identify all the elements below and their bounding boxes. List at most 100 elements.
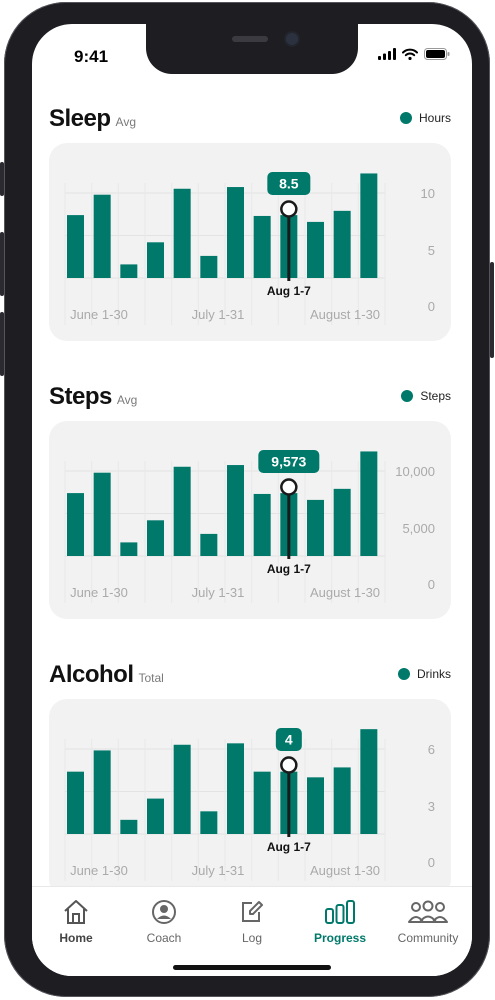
- highlight-marker[interactable]: [280, 756, 298, 774]
- bar[interactable]: [227, 187, 244, 278]
- section-title: Alcohol: [49, 661, 134, 688]
- phone-frame: 9:41 Sleep Avg Hours 8.5 Aug 1-7 10 5 0 …: [0, 2, 494, 997]
- highlight-marker[interactable]: [280, 478, 298, 496]
- sleep-chart[interactable]: 8.5 Aug 1-7 10 5 0 June 1-30 July 1-31 August 1…: [49, 143, 451, 341]
- home-indicator: [173, 965, 331, 970]
- y-tick-label: 5,000: [402, 521, 435, 536]
- x-tick-label: July 1-31: [192, 307, 245, 322]
- mute-switch: [0, 162, 4, 196]
- battery-icon: [424, 48, 450, 60]
- bar[interactable]: [67, 215, 84, 278]
- x-tick-label: June 1-30: [70, 863, 128, 878]
- bar[interactable]: [147, 242, 164, 278]
- tab-progress[interactable]: Progress: [300, 897, 380, 945]
- bar[interactable]: [173, 466, 191, 556]
- bar[interactable]: [173, 744, 191, 834]
- x-tick-label: August 1-30: [310, 863, 380, 878]
- x-tick-label: June 1-30: [70, 307, 128, 322]
- bar[interactable]: [67, 771, 84, 834]
- bar[interactable]: [360, 173, 378, 278]
- signal-icon: [378, 48, 396, 60]
- section-subtitle: Avg: [116, 393, 138, 407]
- bar[interactable]: [120, 264, 138, 278]
- bar[interactable]: [307, 499, 324, 556]
- bar[interactable]: [147, 520, 164, 556]
- speaker: [232, 36, 268, 42]
- highlight-marker[interactable]: [280, 200, 298, 218]
- bar[interactable]: [173, 188, 191, 278]
- tab-log[interactable]: Log: [212, 897, 292, 945]
- bar[interactable]: [333, 210, 351, 278]
- tab-coach[interactable]: Coach: [124, 897, 204, 945]
- alcohol-header: Alcohol Total: [49, 661, 164, 689]
- highlight-label: Aug 1-7: [267, 284, 311, 298]
- bar[interactable]: [67, 493, 84, 556]
- y-tick-label: 0: [428, 577, 435, 592]
- value-bubble-label: 4: [285, 732, 293, 748]
- wifi-icon: [402, 48, 418, 60]
- highlight-label: Aug 1-7: [267, 562, 311, 576]
- section-subtitle: Avg: [115, 115, 136, 129]
- bar[interactable]: [200, 533, 218, 556]
- x-tick-label: June 1-30: [70, 585, 128, 600]
- legend: Hours: [399, 111, 451, 125]
- legend-dot: [401, 390, 414, 402]
- group-icon: [408, 900, 448, 923]
- bar[interactable]: [253, 771, 271, 834]
- bar[interactable]: [147, 798, 164, 834]
- home-icon: [64, 900, 88, 924]
- section-title: Sleep: [49, 105, 111, 132]
- bar[interactable]: [200, 255, 218, 278]
- legend-label: Steps: [420, 389, 451, 403]
- value-bubble-label: 8.5: [279, 176, 299, 192]
- edit-icon: [242, 901, 263, 922]
- value-bubble-label: 9,573: [271, 454, 306, 470]
- front-camera: [286, 33, 298, 45]
- steps-chart[interactable]: 9,573 Aug 1-7 10,000 5,000 0 June 1-30 July 1-…: [49, 421, 451, 619]
- bar[interactable]: [93, 750, 111, 834]
- bar[interactable]: [333, 767, 351, 834]
- sleep-chart-card[interactable]: 8.5 Aug 1-7 10 5 0 June 1-30 July 1-31 August 1…: [49, 143, 451, 341]
- x-tick-label: August 1-30: [310, 307, 380, 322]
- bar[interactable]: [307, 777, 324, 834]
- tab-label: Community: [397, 931, 459, 945]
- status-icons: [378, 48, 450, 60]
- bar[interactable]: [307, 221, 324, 278]
- legend: Steps: [401, 389, 451, 403]
- bar[interactable]: [200, 811, 218, 834]
- y-tick-label: 5: [428, 243, 435, 258]
- x-tick-label: August 1-30: [310, 585, 380, 600]
- bar[interactable]: [120, 819, 138, 834]
- alcohol-chart[interactable]: 4 Aug 1-7 6 3 0 June 1-30 July 1-31 August 1-30: [49, 699, 451, 897]
- steps-header: Steps Avg: [49, 383, 137, 411]
- alcohol-chart-card[interactable]: 4 Aug 1-7 6 3 0 June 1-30 July 1-31 August 1-30: [49, 699, 451, 897]
- volume-up-button: [0, 232, 4, 296]
- tab-home[interactable]: Home: [36, 897, 116, 945]
- bar[interactable]: [253, 215, 271, 278]
- bar[interactable]: [253, 493, 271, 556]
- section-title: Steps: [49, 383, 112, 410]
- person-icon: [152, 900, 176, 924]
- legend: Drinks: [397, 667, 451, 681]
- tab-bar: Home Coach Log Progress Community: [32, 886, 472, 976]
- bar[interactable]: [227, 465, 244, 556]
- legend-label: Drinks: [416, 667, 451, 681]
- bar[interactable]: [333, 488, 351, 556]
- bar[interactable]: [93, 194, 111, 278]
- y-tick-label: 0: [428, 299, 435, 314]
- section-subtitle: Total: [138, 671, 164, 685]
- highlight-label: Aug 1-7: [267, 840, 311, 854]
- y-tick-label: 10,000: [395, 464, 435, 479]
- volume-down-button: [0, 312, 4, 376]
- legend-dot: [399, 112, 412, 124]
- bar-chart-icon: [325, 900, 355, 924]
- bar[interactable]: [360, 729, 378, 834]
- bar[interactable]: [120, 542, 138, 556]
- bar[interactable]: [360, 451, 378, 556]
- bar[interactable]: [227, 743, 244, 834]
- tab-label: Coach: [146, 931, 182, 945]
- tab-community[interactable]: Community: [388, 897, 468, 945]
- legend-label: Hours: [418, 111, 451, 125]
- steps-chart-card[interactable]: 9,573 Aug 1-7 10,000 5,000 0 June 1-30 July 1-…: [49, 421, 451, 619]
- bar[interactable]: [93, 472, 111, 556]
